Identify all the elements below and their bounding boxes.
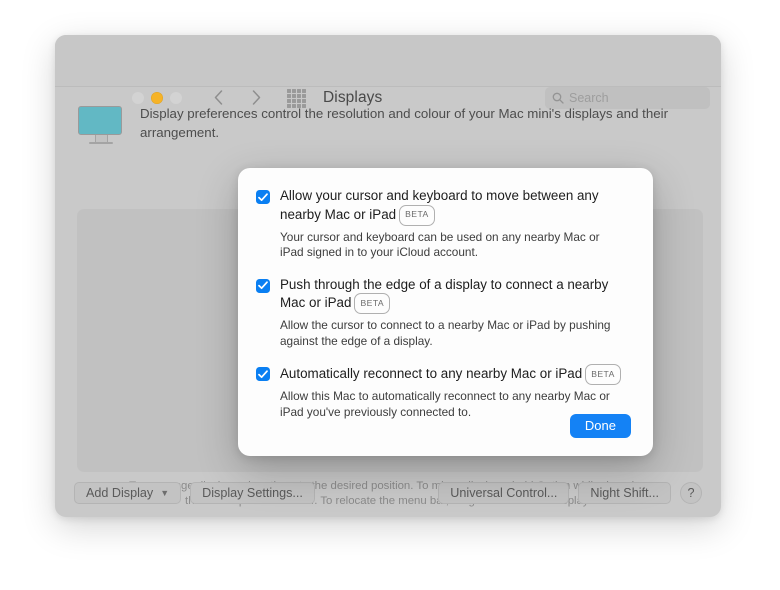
display-monitor-icon <box>78 104 124 144</box>
option-title: Allow your cursor and keyboard to move b… <box>280 187 628 226</box>
option-row: Push through the edge of a display to co… <box>256 276 631 350</box>
add-display-button[interactable]: Add Display ▼ <box>74 482 182 504</box>
add-display-label: Add Display <box>86 486 154 500</box>
option-row: Allow your cursor and keyboard to move b… <box>256 187 631 261</box>
bottom-toolbar: Add Display ▼ Display Settings... Univer… <box>55 469 721 517</box>
help-button[interactable]: ? <box>680 482 702 504</box>
option-text: Automatically reconnect to any nearby Ma… <box>280 364 626 420</box>
option-row: Automatically reconnect to any nearby Ma… <box>256 364 631 420</box>
push-through-edge-checkbox[interactable] <box>256 278 270 293</box>
chevron-down-icon: ▼ <box>160 487 170 498</box>
dialog-footer: Done <box>569 414 631 438</box>
universal-control-button[interactable]: Universal Control... <box>438 482 570 504</box>
description-text: Display preferences control the resoluti… <box>140 106 669 140</box>
option-subtitle: Your cursor and keyboard can be used on … <box>280 229 600 260</box>
window-titlebar: Displays <box>55 35 721 109</box>
description-row: Display preferences control the resoluti… <box>55 87 721 144</box>
option-subtitle: Allow the cursor to connect to a nearby … <box>280 318 611 348</box>
option-text: Allow your cursor and keyboard to move b… <box>280 187 628 261</box>
beta-badge: BETA <box>399 204 435 226</box>
checkmark-icon <box>258 192 268 201</box>
beta-badge: BETA <box>354 293 391 314</box>
display-settings-button[interactable]: Display Settings... <box>190 482 315 504</box>
automatically-reconnect-checkbox[interactable] <box>256 367 270 381</box>
allow-cursor-keyboard-checkbox[interactable] <box>256 190 270 204</box>
night-shift-button[interactable]: Night Shift... <box>578 482 671 504</box>
option-title: Push through the edge of a display to co… <box>280 276 628 314</box>
checkmark-icon <box>258 369 268 378</box>
done-button[interactable]: Done <box>569 414 631 438</box>
beta-badge: BETA <box>585 364 621 385</box>
universal-control-dialog: Allow your cursor and keyboard to move b… <box>238 168 653 456</box>
option-title: Automatically reconnect to any nearby Ma… <box>280 364 626 385</box>
option-text: Push through the edge of a display to co… <box>280 276 628 350</box>
displays-preferences-window: Displays Display preferences control the… <box>55 35 721 517</box>
checkmark-icon <box>258 281 268 290</box>
